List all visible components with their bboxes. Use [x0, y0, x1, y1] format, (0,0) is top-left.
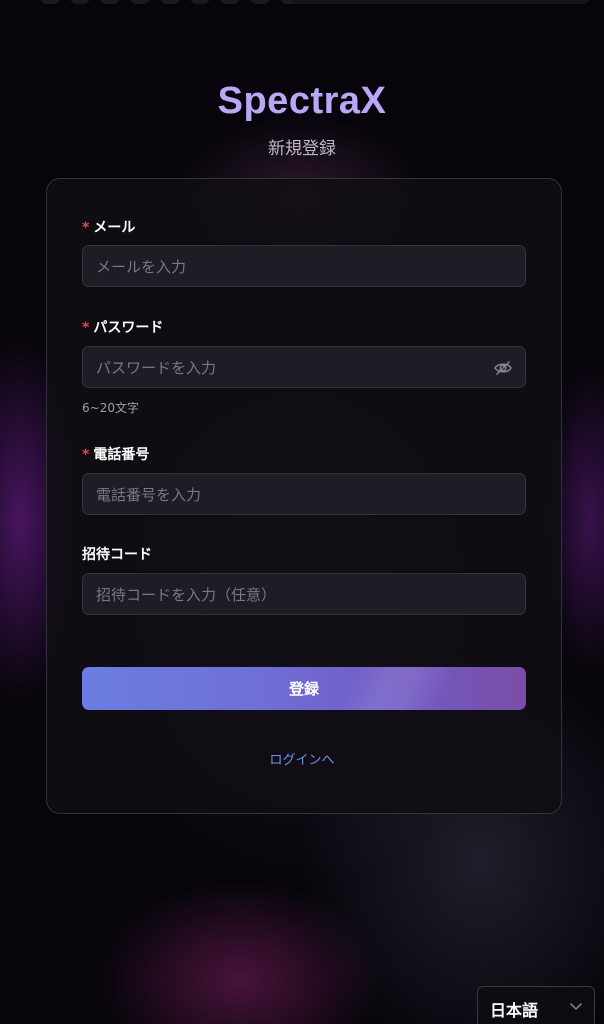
- brand-logo: SpectraX: [217, 80, 387, 122]
- login-link[interactable]: ログインへ: [0, 749, 604, 768]
- invite-placeholder: 招待コードを入力（任意）: [96, 585, 277, 604]
- email-placeholder: メールを入力: [96, 257, 187, 276]
- language-label: 日本語: [490, 1001, 539, 1020]
- required-mark: *: [82, 220, 90, 236]
- phone-label-text: 電話番号: [93, 447, 150, 463]
- invite-label: 招待コード: [82, 547, 152, 563]
- top-bar: [290, 0, 590, 4]
- required-mark: *: [82, 320, 90, 336]
- password-input[interactable]: パスワードを入力: [82, 346, 526, 388]
- phone-label: * 電話番号: [82, 444, 149, 464]
- required-mark: *: [82, 447, 90, 463]
- eye-off-icon[interactable]: [493, 358, 513, 378]
- password-hint: 6~20文字: [82, 401, 139, 415]
- email-label: * メール: [82, 217, 135, 237]
- register-button[interactable]: 登録: [82, 667, 526, 710]
- password-label: * パスワード: [82, 317, 163, 337]
- invite-code-input[interactable]: 招待コードを入力（任意）: [82, 573, 526, 615]
- email-label-text: メール: [93, 220, 136, 236]
- register-button-label: 登録: [288, 680, 319, 698]
- email-input[interactable]: メールを入力: [82, 245, 526, 287]
- chevron-down-icon: [570, 1003, 582, 1010]
- password-label-text: パスワード: [93, 320, 164, 336]
- top-indicators: [40, 0, 300, 4]
- page-subtitle: 新規登録: [268, 139, 336, 159]
- language-select[interactable]: 日本語: [477, 986, 595, 1024]
- phone-placeholder: 電話番号を入力: [96, 485, 202, 504]
- phone-input[interactable]: 電話番号を入力: [82, 473, 526, 515]
- password-placeholder: パスワードを入力: [96, 358, 217, 377]
